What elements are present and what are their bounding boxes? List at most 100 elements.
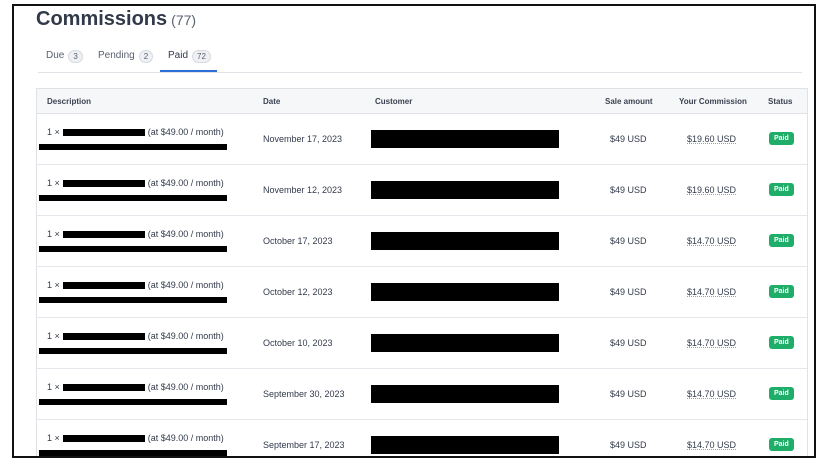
screenshot-frame: Commissions (77) Due 3 Pending 2 Paid 72 … [12, 4, 816, 458]
row-sale-amount: $49 USD [610, 185, 647, 195]
redacted-description-line [39, 348, 227, 354]
redacted-product-name [62, 383, 145, 391]
row-sale-amount: $49 USD [610, 236, 647, 246]
tabs-bar: Due 3 Pending 2 Paid 72 [38, 50, 802, 73]
table-row[interactable]: 1 × (at $49.00 / month) November 17, 202… [37, 114, 807, 165]
row-date: September 30, 2023 [263, 389, 345, 399]
status-badge: Paid [769, 132, 794, 145]
header-status: Status [768, 97, 793, 106]
row-description: 1 × (at $49.00 / month) [47, 127, 224, 137]
row-sale-amount: $49 USD [610, 389, 647, 399]
row-commission: $14.70 USD [687, 389, 737, 399]
page-title-count: (77) [171, 12, 197, 28]
row-description: 1 × (at $49.00 / month) [47, 382, 224, 392]
redacted-description-line [39, 144, 227, 150]
redacted-customer [371, 334, 559, 352]
redacted-product-name [62, 230, 145, 238]
row-price: (at $49.00 / month) [147, 229, 224, 239]
status-badge: Paid [769, 234, 794, 247]
row-description: 1 × (at $49.00 / month) [47, 433, 224, 443]
redacted-description-line [39, 195, 227, 201]
tab-pending-label: Pending [98, 50, 135, 61]
row-commission: $19.60 USD [687, 185, 737, 195]
redacted-product-name [62, 128, 145, 136]
row-sale-amount: $49 USD [610, 338, 647, 348]
status-badge: Paid [769, 438, 794, 451]
row-sale-amount: $49 USD [610, 440, 647, 450]
row-date: October 17, 2023 [263, 236, 333, 246]
row-quantity: 1 × [47, 229, 60, 239]
table-row[interactable]: 1 × (at $49.00 / month) November 12, 202… [37, 165, 807, 216]
redacted-product-name [62, 179, 145, 187]
header-your-commission: Your Commission [679, 97, 747, 106]
tab-paid-count: 72 [192, 50, 211, 63]
status-badge: Paid [769, 285, 794, 298]
row-quantity: 1 × [47, 331, 60, 341]
header-sale-amount: Sale amount [605, 97, 653, 106]
row-commission: $14.70 USD [687, 287, 737, 297]
tab-due-label: Due [46, 50, 65, 61]
row-price: (at $49.00 / month) [147, 280, 224, 290]
row-commission: $14.70 USD [687, 440, 737, 450]
table-row[interactable]: 1 × (at $49.00 / month) October 10, 2023… [37, 318, 807, 369]
row-commission: $19.60 USD [687, 134, 737, 144]
redacted-description-line [39, 399, 227, 405]
redacted-description-line [39, 450, 227, 456]
redacted-customer [371, 232, 559, 250]
table-row[interactable]: 1 × (at $49.00 / month) September 17, 20… [37, 420, 807, 456]
row-date: November 17, 2023 [263, 134, 343, 144]
row-price: (at $49.00 / month) [147, 382, 224, 392]
tab-pending-count: 2 [138, 50, 154, 63]
tab-paid[interactable]: Paid 72 [160, 50, 217, 72]
table-header: Description Date Customer Sale amount Yo… [37, 89, 807, 114]
page-title-text: Commissions [36, 8, 168, 30]
row-date: October 12, 2023 [263, 287, 333, 297]
row-date: September 17, 2023 [263, 440, 345, 450]
row-price: (at $49.00 / month) [147, 178, 224, 188]
row-description: 1 × (at $49.00 / month) [47, 178, 224, 188]
row-sale-amount: $49 USD [610, 134, 647, 144]
row-quantity: 1 × [47, 433, 60, 443]
redacted-product-name [62, 332, 145, 340]
commissions-table: Description Date Customer Sale amount Yo… [36, 88, 808, 456]
row-quantity: 1 × [47, 382, 60, 392]
tab-due-count: 3 [68, 50, 83, 63]
page-title: Commissions (77) [36, 8, 196, 31]
status-badge: Paid [769, 336, 794, 349]
row-price: (at $49.00 / month) [147, 433, 224, 443]
row-description: 1 × (at $49.00 / month) [47, 280, 224, 290]
header-description: Description [47, 97, 92, 106]
tab-pending[interactable]: Pending 2 [98, 50, 154, 72]
header-customer: Customer [375, 97, 413, 106]
row-description: 1 × (at $49.00 / month) [47, 331, 224, 341]
table-row[interactable]: 1 × (at $49.00 / month) October 12, 2023… [37, 267, 807, 318]
redacted-customer [371, 283, 559, 301]
status-badge: Paid [769, 387, 794, 400]
redacted-customer [371, 181, 559, 199]
row-sale-amount: $49 USD [610, 287, 647, 297]
redacted-product-name [62, 434, 145, 442]
redacted-product-name [62, 281, 145, 289]
row-date: October 10, 2023 [263, 338, 333, 348]
row-commission: $14.70 USD [687, 236, 737, 246]
tab-paid-label: Paid [168, 50, 189, 61]
row-quantity: 1 × [47, 280, 60, 290]
row-quantity: 1 × [47, 178, 60, 188]
redacted-customer [371, 436, 559, 454]
row-price: (at $49.00 / month) [147, 127, 224, 137]
table-row[interactable]: 1 × (at $49.00 / month) September 30, 20… [37, 369, 807, 420]
redacted-description-line [39, 246, 227, 252]
redacted-description-line [39, 297, 227, 303]
row-quantity: 1 × [47, 127, 60, 137]
active-tab-indicator [160, 70, 217, 72]
row-date: November 12, 2023 [263, 185, 343, 195]
table-row[interactable]: 1 × (at $49.00 / month) October 17, 2023… [37, 216, 807, 267]
status-badge: Paid [769, 183, 794, 196]
row-price: (at $49.00 / month) [147, 331, 224, 341]
row-commission: $14.70 USD [687, 338, 737, 348]
header-date: Date [263, 97, 281, 106]
redacted-customer [371, 130, 559, 148]
redacted-customer [371, 385, 559, 403]
row-description: 1 × (at $49.00 / month) [47, 229, 224, 239]
tab-due[interactable]: Due 3 [46, 50, 83, 72]
